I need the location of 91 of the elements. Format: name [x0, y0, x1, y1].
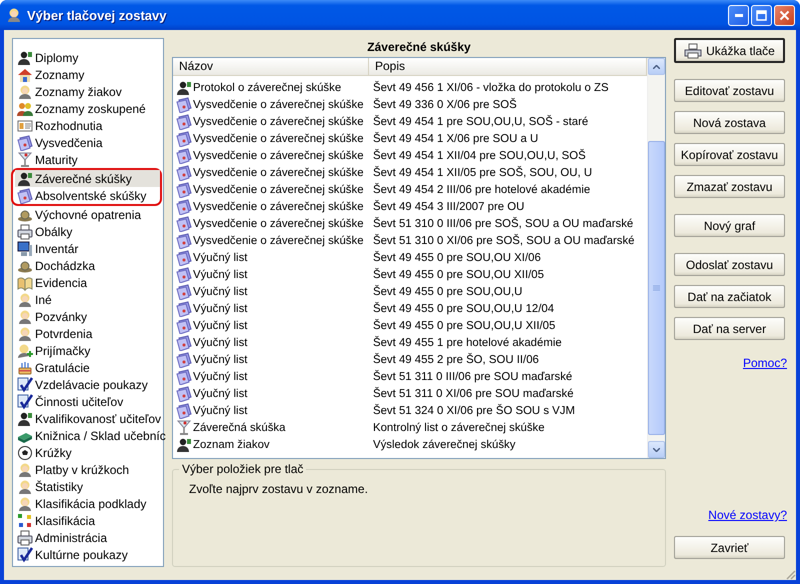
- action-button[interactable]: Nová zostava: [674, 111, 785, 134]
- sidebar-item[interactable]: Činnosti učiteľov: [15, 393, 163, 410]
- sidebar-item[interactable]: Klasifikácia: [15, 512, 163, 529]
- table-cell: Zoznam žiakov: [193, 438, 270, 450]
- table-cell-text: Ševt 51 311 0 XI/06 pre SOU maďarské: [372, 388, 574, 400]
- action-button[interactable]: Nový graf: [674, 214, 785, 237]
- table-cell: Výučný list: [193, 268, 248, 280]
- sidebar-item[interactable]: Maturity: [15, 151, 163, 168]
- sidebar-item[interactable]: Platby v krúžkoch: [15, 461, 163, 478]
- table-cell-text: Ševt 49 454 2 III/06 pre hotelové akadémie: [372, 184, 590, 196]
- table-cell-text: Ševt 51 310 0 XI/06 pre SOŠ, SOU a OU maďarské: [372, 234, 635, 246]
- table-cell: Vysvedčenie o záverečnej skúške: [193, 184, 364, 196]
- sidebar-item[interactable]: Pozvánky: [15, 308, 163, 325]
- sidebar-item[interactable]: Štatistiky: [15, 478, 163, 495]
- table-cell: Výučný list: [193, 388, 248, 400]
- sidebar-item[interactable]: Zoznamy žiakov: [15, 83, 163, 100]
- sidebar-item[interactable]: Inventár: [15, 240, 163, 257]
- table-cell: Vysvedčenie o záverečnej skúške: [193, 166, 364, 178]
- table-cell-text: Ševt 49 454 1 XII/05 pre SOŠ, SOU, OU, U: [372, 166, 592, 178]
- table-cell-text: Ševt 49 455 2 pre ŠO, SOU II/06: [372, 354, 539, 366]
- sidebar-item[interactable]: Obálky: [15, 223, 163, 240]
- table-cell-text: Ševt 49 455 0 pre SOU,OU,U 12/04: [372, 302, 554, 314]
- sidebar-item[interactable]: Gratulácie: [15, 359, 163, 376]
- table-cell-text: Ševt 49 454 1 X/06 pre SOU a U: [372, 132, 538, 144]
- table-cell: Výučný list: [193, 354, 248, 366]
- table-cell-text: Ševt 49 455 0 pre SOU,OU XII/05: [372, 268, 544, 280]
- table-cell-text: Ševt 51 310 0 III/06 pre SOŠ, SOU a OU maďarské: [372, 218, 634, 230]
- sidebar-item[interactable]: Administrácia: [15, 529, 163, 546]
- sidebar-item[interactable]: Vzdelávacie poukazy: [15, 376, 163, 393]
- sidebar-item[interactable]: Knižnica / Sklad učebníc: [15, 427, 163, 444]
- new-reports-link[interactable]: Nové zostavy?: [708, 508, 787, 522]
- table-cell-text: Výsledok záverečnej skúšky: [372, 438, 516, 450]
- table-cell: Vysvedčenie o záverečnej skúške: [193, 116, 364, 128]
- table-cell: Záverečná skúška: [193, 422, 286, 434]
- table-cell: Vysvedčenie o záverečnej skúške: [193, 218, 364, 230]
- table-cell: Výučný list: [193, 336, 248, 348]
- sidebar-item[interactable]: Rozhodnutia: [15, 117, 163, 134]
- table-cell-text: Ševt 49 454 1 XII/04 pre SOU,OU,U, SOŠ: [372, 150, 586, 162]
- table-cell-text: Ševt 49 454 1 pre SOU,OU,U, SOŠ - staré: [372, 116, 588, 128]
- table-cell-text: Ševt 49 455 0 pre SOU,OU,U: [372, 286, 522, 298]
- table-cell: Vysvedčenie o záverečnej skúške: [193, 234, 364, 246]
- table-cell: Vysvedčenie o záverečnej skúške: [193, 98, 364, 110]
- sidebar-item[interactable]: Potvrdenia: [15, 325, 163, 342]
- table-cell: Vysvedčenie o záverečnej skúške: [193, 132, 364, 144]
- sidebar-item[interactable]: Prijímačky: [15, 342, 163, 359]
- sidebar-item[interactable]: Klasifikácia podklady: [15, 495, 163, 512]
- table-cell-text: Ševt 51 311 0 III/06 pre SOU maďarské: [372, 370, 572, 382]
- list-title: Záverečné skúšky: [366, 39, 472, 56]
- table-cell-text: Ševt 49 454 3 III/2007 pre OU: [372, 200, 524, 212]
- hint-text: Zvoľte najprv zostavu v zozname.: [189, 482, 369, 496]
- table-cell-text: Ševt 49 455 1 pre hotelové akadémie: [372, 336, 562, 348]
- sidebar-item[interactable]: Absolventské skúšky: [15, 187, 160, 204]
- table-cell-text: Ševt 49 456 1 XI/06 - vložka do protokolu o ZS: [372, 82, 609, 94]
- table-cell: Výučný list: [193, 302, 248, 314]
- window-title: Výber tlačovej zostavy: [27, 8, 168, 22]
- table-cell: Výučný list: [193, 404, 248, 416]
- sidebar-item[interactable]: Iné: [15, 291, 163, 308]
- action-button[interactable]: Kopírovať zostavu: [674, 143, 785, 166]
- table-cell-text: Ševt 49 455 0 pre SOU,OU,U XII/05: [372, 320, 556, 332]
- sidebar-item[interactable]: Diplomy: [15, 49, 163, 66]
- sidebar-item[interactable]: Dochádzka: [15, 257, 163, 274]
- sidebar-item[interactable]: Kvalifikovanosť učiteľov: [15, 410, 163, 427]
- column-header[interactable]: Názov: [173, 58, 369, 75]
- action-button[interactable]: Dať na server: [674, 317, 785, 340]
- sidebar-item[interactable]: Zoznamy: [15, 66, 163, 83]
- table-cell: Vysvedčenie o záverečnej skúške: [193, 200, 364, 212]
- table-cell-text: Ševt 49 336 0 X/06 pre SOŠ: [372, 98, 517, 110]
- table-cell-text: Kontrolný list o záverečnej skúške: [372, 422, 545, 434]
- action-button[interactable]: Odoslať zostavu: [674, 253, 785, 276]
- sidebar-item[interactable]: Vysvedčenia: [15, 134, 163, 151]
- table-cell: Vysvedčenie o záverečnej skúške: [193, 150, 364, 162]
- sidebar-item[interactable]: Evidencia: [15, 274, 163, 291]
- sidebar-item[interactable]: Záverečné skúšky: [15, 170, 160, 187]
- action-button[interactable]: Editovať zostavu: [674, 79, 785, 102]
- action-button[interactable]: Zmazať zostavu: [674, 175, 785, 198]
- sidebar-item[interactable]: Výchovné opatrenia: [15, 206, 163, 223]
- close-button[interactable]: Zavrieť: [674, 536, 785, 559]
- sidebar-item[interactable]: Kultúrne poukazy: [15, 546, 163, 563]
- table-cell: Výučný list: [193, 286, 248, 298]
- table-cell: Protokol o záverečnej skúške: [193, 82, 342, 94]
- table-cell-text: Ševt 49 455 0 pre SOU,OU XI/06: [372, 252, 541, 264]
- table-cell-text: Ševt 51 324 0 XI/06 pre ŠO SOU s VJM: [372, 404, 575, 416]
- sidebar-item[interactable]: Zoznamy zoskupené: [15, 100, 163, 117]
- table-cell: Výučný list: [193, 370, 248, 382]
- sidebar-item[interactable]: Krúžky: [15, 444, 163, 461]
- action-button[interactable]: Dať na začiatok: [674, 285, 785, 308]
- help-link[interactable]: Pomoc?: [742, 356, 787, 370]
- action-button[interactable]: Ukážka tlače: [674, 38, 785, 63]
- table-cell: Výučný list: [193, 252, 248, 264]
- group-legend: Výber položiek pre tlač: [179, 462, 306, 476]
- table-cell: Výučný list: [193, 320, 248, 332]
